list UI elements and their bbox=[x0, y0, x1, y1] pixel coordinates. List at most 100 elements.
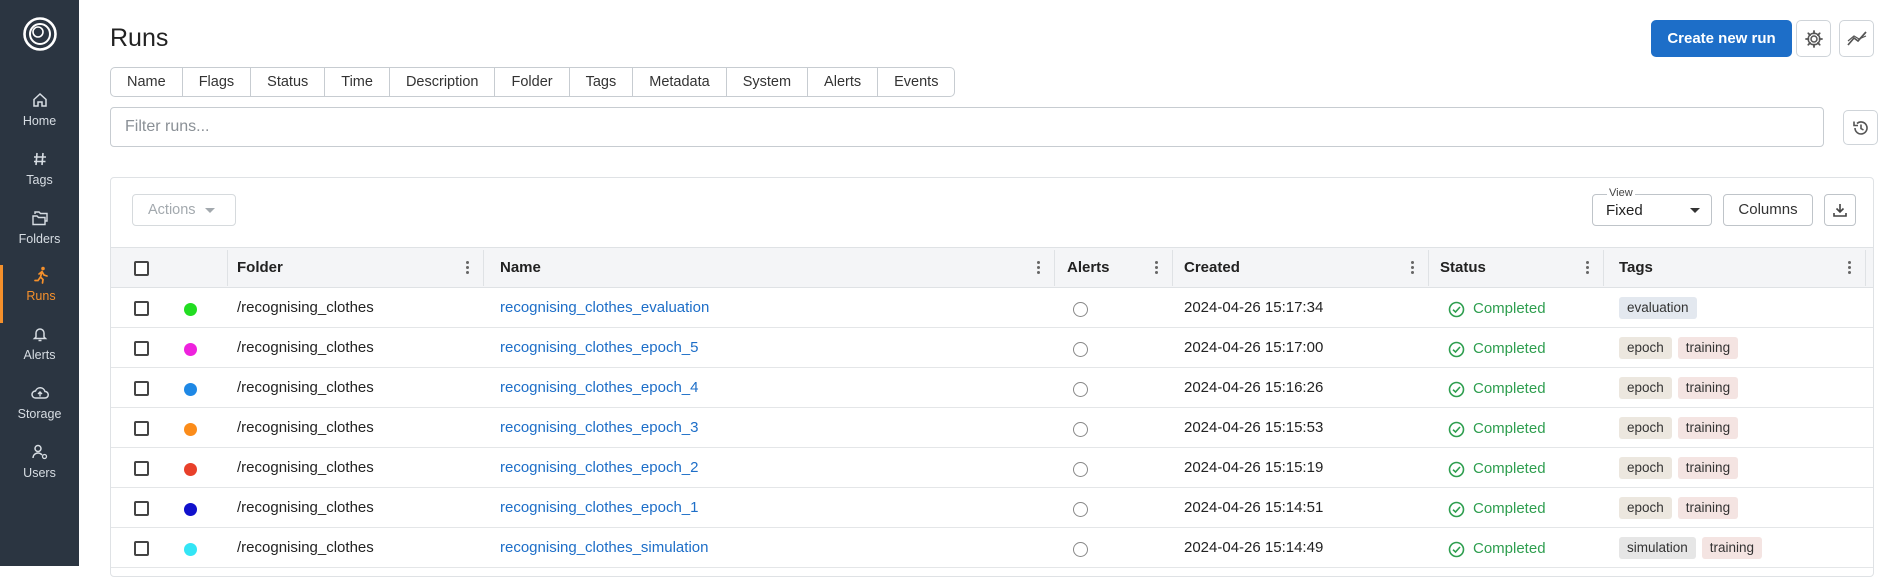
table-row[interactable]: /recognising_clothes recognising_clothes_… bbox=[111, 328, 1873, 368]
nav-item-runs[interactable]: Runs bbox=[0, 265, 79, 323]
check-circle-icon bbox=[1448, 501, 1465, 518]
nav-item-tags[interactable]: Tags bbox=[0, 149, 79, 207]
col-tab-time[interactable]: Time bbox=[325, 68, 390, 96]
nav-item-alerts[interactable]: Alerts bbox=[0, 324, 79, 382]
tag-badge[interactable]: epoch bbox=[1619, 417, 1672, 439]
run-color-dot bbox=[184, 543, 197, 556]
tag-badge[interactable]: evaluation bbox=[1619, 297, 1697, 319]
filter-history-button[interactable] bbox=[1843, 110, 1878, 145]
run-name-link[interactable]: recognising_clothes_epoch_4 bbox=[500, 368, 698, 408]
table-row[interactable]: /recognising_clothes recognising_clothes_… bbox=[111, 528, 1873, 568]
tag-badge[interactable]: epoch bbox=[1619, 337, 1672, 359]
nav-item-storage[interactable]: Storage bbox=[0, 383, 79, 441]
nav-item-home[interactable]: Home bbox=[0, 90, 79, 148]
row-checkbox[interactable] bbox=[134, 301, 149, 316]
tag-badge[interactable]: training bbox=[1677, 417, 1739, 439]
status-label: Completed bbox=[1473, 380, 1546, 397]
run-color-dot bbox=[184, 383, 197, 396]
col-tab-alerts[interactable]: Alerts bbox=[808, 68, 879, 96]
alert-status-icon bbox=[1073, 422, 1088, 437]
nav-item-folders[interactable]: Folders bbox=[0, 208, 79, 266]
columns-button[interactable]: Columns bbox=[1723, 194, 1813, 226]
view-select[interactable]: View Fixed bbox=[1592, 187, 1712, 226]
status-badge: Completed bbox=[1448, 408, 1546, 448]
tags-cell: epoch training bbox=[1619, 417, 1739, 439]
runs-table-panel: Actions View Fixed Columns Folder Name A… bbox=[110, 177, 1874, 577]
col-tab-events[interactable]: Events bbox=[878, 68, 954, 96]
header-created[interactable]: Created bbox=[1184, 248, 1240, 288]
caret-down-icon bbox=[1690, 208, 1700, 213]
column-menu-icon[interactable] bbox=[1411, 261, 1415, 275]
settings-button[interactable] bbox=[1796, 20, 1831, 57]
row-checkbox[interactable] bbox=[134, 501, 149, 516]
tag-badge[interactable]: training bbox=[1677, 337, 1739, 359]
table-row[interactable]: /recognising_clothes recognising_clothes_… bbox=[111, 448, 1873, 488]
row-checkbox[interactable] bbox=[134, 541, 149, 556]
row-checkbox[interactable] bbox=[134, 421, 149, 436]
col-tab-flags[interactable]: Flags bbox=[183, 68, 252, 96]
status-label: Completed bbox=[1473, 300, 1546, 317]
view-legend: View bbox=[1607, 187, 1635, 199]
header-name[interactable]: Name bbox=[500, 248, 541, 288]
row-checkbox[interactable] bbox=[134, 461, 149, 476]
filter-runs-input[interactable] bbox=[110, 107, 1824, 147]
nav-label: Alerts bbox=[23, 348, 56, 362]
col-tab-tags[interactable]: Tags bbox=[570, 68, 634, 96]
table-row[interactable]: /recognising_clothes recognising_clothes_… bbox=[111, 288, 1873, 328]
row-checkbox[interactable] bbox=[134, 341, 149, 356]
cell-folder: /recognising_clothes bbox=[237, 299, 374, 316]
create-run-button[interactable]: Create new run bbox=[1651, 20, 1792, 57]
header-tags[interactable]: Tags bbox=[1619, 248, 1653, 288]
column-menu-icon[interactable] bbox=[1586, 261, 1590, 275]
run-name-link[interactable]: recognising_clothes_simulation bbox=[500, 528, 708, 568]
run-name-link[interactable]: recognising_clothes_epoch_3 bbox=[500, 408, 698, 448]
table-row[interactable]: /recognising_clothes recognising_clothes_… bbox=[111, 408, 1873, 448]
compare-chart-button[interactable] bbox=[1839, 20, 1874, 57]
alert-status-icon bbox=[1073, 462, 1088, 477]
download-button[interactable] bbox=[1824, 194, 1856, 226]
tag-badge[interactable]: epoch bbox=[1619, 497, 1672, 519]
check-circle-icon bbox=[1448, 381, 1465, 398]
nav-item-users[interactable]: Users bbox=[0, 442, 79, 500]
col-tab-description[interactable]: Description bbox=[390, 68, 496, 96]
cell-folder: /recognising_clothes bbox=[237, 459, 374, 476]
tag-badge[interactable]: training bbox=[1677, 457, 1739, 479]
row-checkbox[interactable] bbox=[134, 381, 149, 396]
tag-badge[interactable]: training bbox=[1701, 537, 1763, 559]
table-row[interactable]: /recognising_clothes recognising_clothes_… bbox=[111, 368, 1873, 408]
column-menu-icon[interactable] bbox=[1848, 261, 1852, 275]
tag-badge[interactable]: epoch bbox=[1619, 457, 1672, 479]
col-tab-metadata[interactable]: Metadata bbox=[633, 68, 727, 96]
status-badge: Completed bbox=[1448, 328, 1546, 368]
run-name-link[interactable]: recognising_clothes_evaluation bbox=[500, 288, 709, 328]
select-all-checkbox[interactable] bbox=[134, 261, 149, 276]
header-folder[interactable]: Folder bbox=[237, 248, 283, 288]
check-circle-icon bbox=[1448, 341, 1465, 358]
header-alerts[interactable]: Alerts bbox=[1067, 248, 1110, 288]
tag-badge[interactable]: simulation bbox=[1619, 537, 1696, 559]
nav-label: Home bbox=[22, 114, 57, 128]
column-menu-icon[interactable] bbox=[1155, 261, 1159, 275]
col-tab-folder[interactable]: Folder bbox=[495, 68, 570, 96]
col-tab-name[interactable]: Name bbox=[111, 68, 183, 96]
run-name-link[interactable]: recognising_clothes_epoch_1 bbox=[500, 488, 698, 528]
tag-badge[interactable]: training bbox=[1677, 377, 1739, 399]
column-menu-icon[interactable] bbox=[1037, 261, 1041, 275]
cell-folder: /recognising_clothes bbox=[237, 539, 374, 556]
status-label: Completed bbox=[1473, 540, 1546, 557]
col-tab-system[interactable]: System bbox=[727, 68, 809, 96]
alert-status-icon bbox=[1073, 382, 1088, 397]
run-name-link[interactable]: recognising_clothes_epoch_2 bbox=[500, 448, 698, 488]
tag-badge[interactable]: training bbox=[1677, 497, 1739, 519]
caret-down-icon bbox=[205, 208, 215, 213]
table-row[interactable]: /recognising_clothes recognising_clothes_… bbox=[111, 488, 1873, 528]
tag-badge[interactable]: epoch bbox=[1619, 377, 1672, 399]
run-name-link[interactable]: recognising_clothes_epoch_5 bbox=[500, 328, 698, 368]
header-status[interactable]: Status bbox=[1440, 248, 1486, 288]
column-menu-icon[interactable] bbox=[466, 261, 470, 275]
actions-dropdown[interactable]: Actions bbox=[132, 194, 236, 226]
col-tab-status[interactable]: Status bbox=[251, 68, 326, 96]
check-circle-icon bbox=[1448, 541, 1465, 558]
nav-label: Folders bbox=[18, 232, 61, 246]
app-logo-icon[interactable] bbox=[22, 16, 58, 52]
